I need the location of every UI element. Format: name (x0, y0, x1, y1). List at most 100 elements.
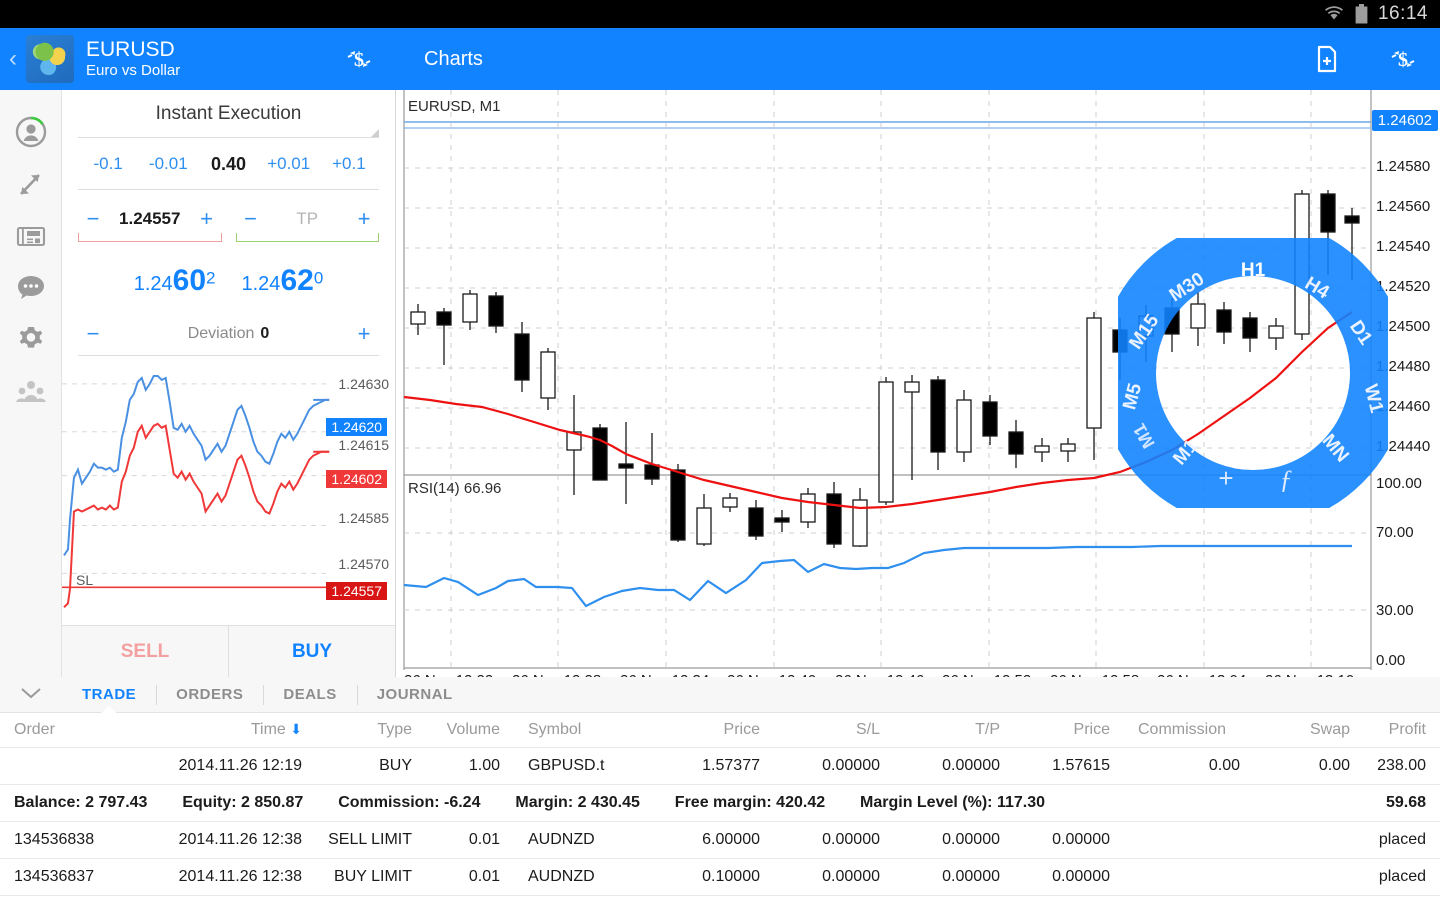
sort-descending-arrow: ⬇ (290, 721, 302, 737)
rsi-tick-70: 70.00 (1376, 524, 1414, 541)
equity-value: 2 850.87 (241, 794, 304, 811)
sl-value[interactable]: 1.24557 (108, 209, 192, 229)
cell-type: BUY LIMIT (334, 868, 412, 885)
commission-label: Commission: (338, 794, 440, 811)
ask-tick-line (63, 422, 330, 608)
sl-underline (78, 233, 222, 242)
tab-trade[interactable]: TRADE (62, 677, 156, 713)
volume-input[interactable]: 0.40 (198, 154, 258, 175)
currency-exchange-icon[interactable]: $ (1380, 36, 1426, 82)
wifi-icon (1323, 5, 1345, 23)
chat-bubble-icon (17, 276, 44, 299)
cell-order: 134536838 (14, 831, 95, 848)
col-symbol[interactable]: Symbol (514, 713, 634, 748)
back-chevron-icon[interactable]: ‹ (0, 47, 26, 71)
cell-symbol: GBPUSD.t (528, 757, 605, 774)
add-chart-icon[interactable] (1304, 36, 1350, 82)
sl-minus-button[interactable]: − (78, 208, 108, 230)
margin-label: Margin: (515, 794, 574, 811)
col-type[interactable]: Type (316, 713, 426, 748)
sl-plus-button[interactable]: + (192, 208, 222, 230)
cell-time: 2014.11.26 12:19 (178, 757, 302, 774)
col-swap[interactable]: Swap (1254, 713, 1364, 748)
cell-sl: 0.00000 (822, 831, 880, 848)
volume-plus-01[interactable]: +0.1 (319, 154, 379, 174)
tab-deals[interactable]: DEALS (263, 677, 356, 713)
sidebar-item-chat[interactable] (6, 262, 56, 314)
symbol-header: ‹ EURUSD Euro vs Dollar $ (0, 28, 396, 90)
chart-container[interactable]: EURUSD, M1 RSI(14) 66.96 1.24602 1.24580… (396, 90, 1440, 689)
summary-cells: Balance: 2 797.43 Equity: 2 850.87 Commi… (0, 785, 1364, 822)
account-summary-row: Balance: 2 797.43 Equity: 2 850.87 Commi… (0, 785, 1440, 822)
buy-button[interactable]: BUY (228, 626, 395, 677)
col-sl[interactable]: S/L (774, 713, 894, 748)
ask-price[interactable]: 1.24620 (242, 264, 324, 298)
tp-minus-button[interactable]: − (236, 208, 266, 230)
balance-label: Balance: (14, 794, 81, 811)
summary-margin-level: Margin Level (%): 117.30 (860, 794, 1045, 811)
sidebar-item-settings[interactable] (6, 314, 56, 366)
bid-price[interactable]: 1.24602 (134, 264, 216, 298)
sidebar-item-trade[interactable] (6, 158, 56, 210)
col-time[interactable]: Time ⬇ (120, 713, 316, 748)
volume-minus-001[interactable]: -0.01 (138, 154, 198, 174)
col-price-open[interactable]: Price (634, 713, 774, 748)
volume-minus-01[interactable]: -0.1 (78, 154, 138, 174)
left-nav-rail (0, 90, 62, 677)
sell-button[interactable]: SELL (62, 626, 228, 677)
summary-commission: Commission: -6.24 (338, 794, 485, 811)
table-row[interactable]: 2014.11.26 12:19 BUY 1.00 GBPUSD.t 1.573… (0, 748, 1440, 785)
mini-axis-label-4: 1.24570 (338, 556, 389, 572)
currency-exchange-icon[interactable]: $ (336, 36, 382, 82)
col-commission[interactable]: Commission (1124, 713, 1254, 748)
margin-level-value: 117.30 (996, 794, 1045, 811)
sidebar-item-mql5-community[interactable] (6, 366, 56, 418)
rsi-tick-30: 30.00 (1376, 602, 1414, 619)
col-profit[interactable]: Profit (1364, 713, 1440, 748)
deviation-label: Deviation (187, 325, 255, 342)
volume-plus-001[interactable]: +0.01 (259, 154, 319, 174)
terminal-panel: TRADE ORDERS DEALS JOURNAL Order Time ⬇ … (0, 677, 1440, 900)
col-tp[interactable]: T/P (894, 713, 1014, 748)
cell-commission: 0.00 (1208, 757, 1240, 774)
crosshair-tool: + (1218, 463, 1233, 493)
tab-orders[interactable]: ORDERS (156, 677, 263, 713)
summary-margin: Margin: 2 430.45 (515, 794, 644, 811)
cell-price-current: 0.00000 (1052, 868, 1110, 885)
summary-equity: Equity: 2 850.87 (182, 794, 307, 811)
summary-free-margin: Free margin: 420.42 (675, 794, 830, 811)
execution-mode-selector[interactable]: Instant Execution (78, 90, 379, 138)
tp-plus-button[interactable]: + (349, 208, 379, 230)
timeframe-ring[interactable]: M1 M1 M1 M5 M15 M30 H1 H4 D1 W1 MN (1118, 238, 1388, 508)
sl-tp-row: − 1.24557 + − TP + (78, 204, 379, 242)
deviation-plus-button[interactable]: + (349, 323, 379, 345)
mt5-app-logo (26, 35, 74, 83)
deviation-row: − Deviation 0 + (78, 312, 379, 356)
tp-underline (235, 233, 379, 242)
tp-value[interactable]: TP (266, 209, 350, 229)
tab-journal[interactable]: JOURNAL (356, 677, 473, 713)
table-row[interactable]: 134536837 2014.11.26 12:38 BUY LIMIT 0.0… (0, 859, 1440, 896)
cell-commission (1124, 859, 1254, 896)
cell-volume: 0.01 (468, 831, 500, 848)
cell-volume: 1.00 (468, 757, 500, 774)
deviation-label-wrap: Deviation 0 (108, 325, 349, 343)
table-row[interactable]: 134536838 2014.11.26 12:38 SELL LIMIT 0.… (0, 822, 1440, 859)
page-title: Charts (424, 47, 483, 70)
col-order[interactable]: Order (0, 713, 120, 748)
sidebar-item-accounts[interactable] (6, 106, 56, 158)
tick-mini-chart[interactable]: 1.24630 1.24620 1.24615 1.24602 1.24585 … (62, 360, 395, 625)
ask-prefix: 1.24 (241, 273, 281, 295)
deviation-minus-button[interactable]: − (78, 323, 108, 345)
col-volume[interactable]: Volume (426, 713, 514, 748)
quotes-row: 1.24602 1.24620 (62, 264, 395, 298)
col-price-current[interactable]: Price (1014, 713, 1124, 748)
equity-label: Equity: (182, 794, 237, 811)
trade-action-buttons: SELL BUY (62, 625, 395, 677)
dropdown-corner-icon (370, 129, 379, 138)
deviation-value[interactable]: 0 (260, 325, 269, 342)
sidebar-item-news[interactable] (6, 210, 56, 262)
chevron-down-icon[interactable] (0, 686, 62, 703)
bid-price-tag: 1.24620 (326, 418, 387, 436)
cell-swap: 0.00 (1318, 757, 1350, 774)
